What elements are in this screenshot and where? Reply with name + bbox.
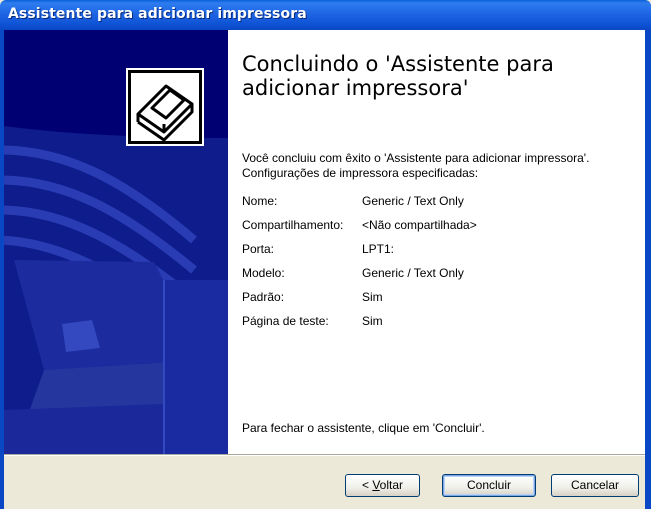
wizard-content: Concluindo o 'Assistente para adicionar … [228,30,645,454]
completion-message: Você concluiu com êxito o 'Assistente pa… [242,151,590,180]
setting-value: Sim [362,314,383,328]
setting-value: LPT1: [362,242,395,256]
button-area-divider [4,454,645,456]
back-button-label: oltar [379,478,404,492]
window-title: Assistente para adicionar impressora [8,6,307,22]
add-printer-wizard-window: Assistente para adicionar impressora Con… [0,0,651,509]
cancel-button-label: Cancelar [570,478,620,492]
close-instructions: Para fechar o assistente, clique em 'Con… [242,421,485,435]
title-bar[interactable]: Assistente para adicionar impressora [0,0,651,30]
back-button-prefix: < [361,478,373,492]
setting-label: Nome: [242,194,278,208]
back-button-mnemonic: V [372,478,380,492]
window-frame-right [645,30,651,509]
setting-label: Modelo: [242,266,285,280]
back-button[interactable]: < Voltar [345,474,420,497]
setting-label: Porta: [242,242,275,256]
setting-label: Página de teste: [242,314,329,328]
setting-value: Generic / Text Only [362,194,464,208]
printer-icon [126,68,204,146]
setting-label: Compartilhamento: [242,218,344,232]
setting-value: Sim [362,290,383,304]
setting-value: <Não compartilhada> [362,218,477,232]
finish-button-label: Concluir [466,478,511,492]
wizard-sidebar-banner [4,30,228,454]
setting-value: Generic / Text Only [362,266,464,280]
setting-label: Padrão: [242,290,285,304]
finish-button[interactable]: Concluir [442,474,536,497]
page-title: Concluindo o 'Assistente para adicionar … [242,52,554,100]
cancel-button[interactable]: Cancelar [551,474,639,497]
